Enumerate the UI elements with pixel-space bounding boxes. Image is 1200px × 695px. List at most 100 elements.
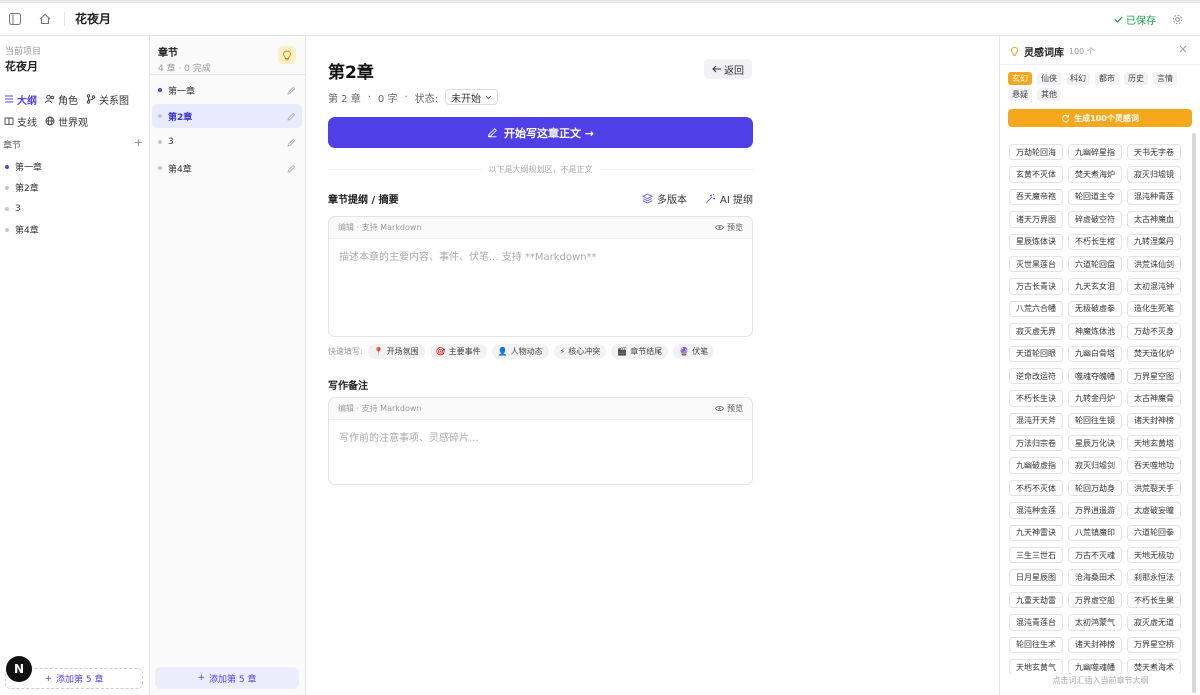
inspiration-word[interactable]: 太古神魔血: [1127, 211, 1181, 228]
start-writing-button[interactable]: 开始写这章正文 →: [328, 117, 753, 148]
inspiration-word[interactable]: 吞天魔帝袍: [1009, 188, 1063, 206]
nav-characters[interactable]: 角色: [45, 90, 78, 109]
inspiration-word[interactable]: 六道轮回拳: [1127, 524, 1181, 542]
inspiration-word[interactable]: 九天玄女泪: [1068, 278, 1122, 295]
chapter-item[interactable]: 3: [152, 130, 302, 154]
outline-textarea[interactable]: 描述本章的主要内容、事件、伏笔... 支持 **Markdown**: [329, 239, 752, 272]
inspiration-word[interactable]: 造化生死笔: [1127, 300, 1181, 318]
panel-scrollbar[interactable]: [1192, 133, 1196, 693]
inspiration-word[interactable]: 刹那永恒法: [1127, 569, 1181, 586]
category-tab[interactable]: 科幻: [1066, 72, 1090, 85]
inspiration-word[interactable]: 日月星辰图: [1009, 569, 1063, 586]
pencil-icon[interactable]: [287, 138, 296, 147]
inspiration-word[interactable]: 万界星空桥: [1127, 636, 1181, 653]
inspiration-word[interactable]: 无极破虚拳: [1068, 300, 1122, 318]
inspiration-word[interactable]: 六道轮回盘: [1068, 255, 1122, 273]
inspiration-word[interactable]: 轮回道主令: [1068, 188, 1122, 206]
nav-relations[interactable]: 关系图: [86, 90, 129, 109]
sidebar-toggle-icon[interactable]: [4, 8, 26, 30]
inspiration-word[interactable]: 轮回往生术: [1009, 636, 1063, 653]
inspiration-word[interactable]: 天地无极功: [1127, 547, 1181, 564]
inspiration-word[interactable]: 万古长青诀: [1009, 278, 1063, 295]
category-tab[interactable]: 都市: [1095, 72, 1119, 85]
inspiration-word[interactable]: 九重天劫雷: [1009, 591, 1063, 609]
inspiration-word[interactable]: 寂灭虚无界: [1009, 323, 1063, 340]
inspiration-word[interactable]: 九幽破虚指: [1009, 457, 1063, 474]
inspiration-word[interactable]: 灭世黑莲台: [1009, 255, 1063, 273]
preview-toggle[interactable]: 预览: [715, 222, 743, 233]
sidebar-chapter-item[interactable]: 第4章: [5, 219, 145, 240]
sidebar-add-chapter-icon[interactable]: +: [134, 137, 143, 151]
category-tab[interactable]: 仙侠: [1037, 72, 1061, 85]
inspiration-word[interactable]: 混沌开天斧: [1009, 412, 1063, 430]
inspiration-word[interactable]: 万古不灭魂: [1068, 547, 1122, 564]
sidebar-chapter-item[interactable]: 第2章: [5, 177, 145, 198]
inspiration-word[interactable]: 玄黄不灭体: [1009, 166, 1063, 183]
inspiration-word[interactable]: 混沌种青莲: [1127, 188, 1181, 206]
category-tab[interactable]: 玄幻: [1008, 72, 1032, 85]
nav-world[interactable]: 世界观: [45, 112, 88, 131]
inspiration-word[interactable]: 太虚破妄瞳: [1127, 502, 1181, 519]
chapter-item[interactable]: 第4章: [152, 156, 302, 180]
sidebar-chapter-item[interactable]: 3: [5, 198, 145, 219]
lightbulb-icon[interactable]: [278, 46, 296, 64]
back-button[interactable]: 返回: [704, 59, 752, 79]
chapter-item-active[interactable]: 第2章: [152, 104, 302, 128]
inspiration-word[interactable]: 九幽白骨塔: [1068, 345, 1122, 362]
multi-version-button[interactable]: 多版本: [642, 191, 687, 206]
inspiration-word[interactable]: 混沌种金莲: [1009, 502, 1063, 519]
inspiration-word[interactable]: 混沌青莲台: [1009, 614, 1063, 631]
inspiration-word[interactable]: 八荒六合幡: [1009, 300, 1063, 318]
inspiration-word[interactable]: 噬魂夺魄幡: [1068, 367, 1122, 385]
inspiration-word[interactable]: 寂灭虚无道: [1127, 614, 1181, 631]
quick-chip[interactable]: 👤 人物动态: [491, 344, 549, 359]
inspiration-word[interactable]: 不朽长生诀: [1009, 390, 1063, 407]
inspiration-word[interactable]: 焚天造化炉: [1127, 345, 1181, 362]
nav-outline[interactable]: 大纲: [4, 90, 37, 109]
category-tab[interactable]: 历史: [1124, 72, 1148, 85]
inspiration-word[interactable]: 诸天封神榜: [1127, 412, 1181, 430]
inspiration-word[interactable]: 三生三世石: [1009, 547, 1063, 564]
inspiration-word[interactable]: 不朽长生棺: [1068, 233, 1122, 250]
pencil-icon[interactable]: [287, 86, 296, 95]
inspiration-word[interactable]: 焚天煮海术: [1127, 658, 1181, 674]
quick-chip[interactable]: 📍 开场氛围: [367, 344, 425, 359]
inspiration-word[interactable]: 天道轮回眼: [1009, 345, 1063, 362]
sidebar-chapter-item[interactable]: 第一章: [5, 156, 145, 177]
category-tab[interactable]: 其他: [1037, 88, 1061, 101]
inspiration-word[interactable]: 万劫轮回海: [1009, 144, 1063, 161]
inspiration-word[interactable]: 寂灭归墟镜: [1127, 166, 1181, 183]
quick-chip[interactable]: 🎯 主要事件: [429, 344, 487, 359]
inspiration-word[interactable]: 九转金丹炉: [1068, 390, 1122, 407]
inspiration-word[interactable]: 不朽长生果: [1127, 591, 1181, 609]
inspiration-word[interactable]: 九幽噬魂幡: [1068, 658, 1122, 674]
home-icon[interactable]: [34, 8, 56, 30]
inspiration-word[interactable]: 九转涅槃丹: [1127, 233, 1181, 250]
inspiration-word[interactable]: 诸天封神榜: [1068, 636, 1122, 653]
pencil-icon[interactable]: [287, 164, 296, 173]
category-tab[interactable]: 悬疑: [1008, 88, 1032, 101]
inspiration-word[interactable]: 万界虚空船: [1068, 591, 1122, 609]
inspiration-word[interactable]: 洪荒诛仙剑: [1127, 255, 1181, 273]
inspiration-word[interactable]: 诸天万界图: [1009, 211, 1063, 228]
inspiration-word[interactable]: 万界逍遥游: [1068, 502, 1122, 519]
inspiration-word[interactable]: 逆命改运符: [1009, 367, 1063, 385]
quick-chip[interactable]: 🎬 章节结尾: [611, 344, 669, 359]
quick-chip[interactable]: 🔮 伏笔: [673, 344, 715, 359]
inspiration-word[interactable]: 神魔炼体池: [1068, 323, 1122, 340]
ai-outline-button[interactable]: AI 提纲: [705, 191, 753, 206]
close-icon[interactable]: [1179, 45, 1187, 53]
inspiration-word[interactable]: 太初鸿蒙气: [1068, 614, 1122, 631]
inspiration-word[interactable]: 太初混沌钟: [1127, 278, 1181, 295]
inspiration-word[interactable]: 太古神魔骨: [1127, 390, 1181, 407]
chapter-item[interactable]: 第一章: [152, 78, 302, 102]
category-tab[interactable]: 言情: [1153, 72, 1177, 85]
inspiration-word[interactable]: 万劫不灭身: [1127, 323, 1181, 340]
inspiration-word[interactable]: 沧海桑田术: [1068, 569, 1122, 586]
preview-toggle[interactable]: 预览: [715, 403, 743, 414]
notes-textarea[interactable]: 写作前的注意事项、灵感碎片...: [329, 420, 752, 453]
gear-icon[interactable]: [1166, 8, 1188, 30]
inspiration-word[interactable]: 天书无字卷: [1127, 144, 1181, 161]
inspiration-word[interactable]: 九幽碎星指: [1068, 144, 1122, 161]
inspiration-word[interactable]: 万界星空图: [1127, 367, 1181, 385]
